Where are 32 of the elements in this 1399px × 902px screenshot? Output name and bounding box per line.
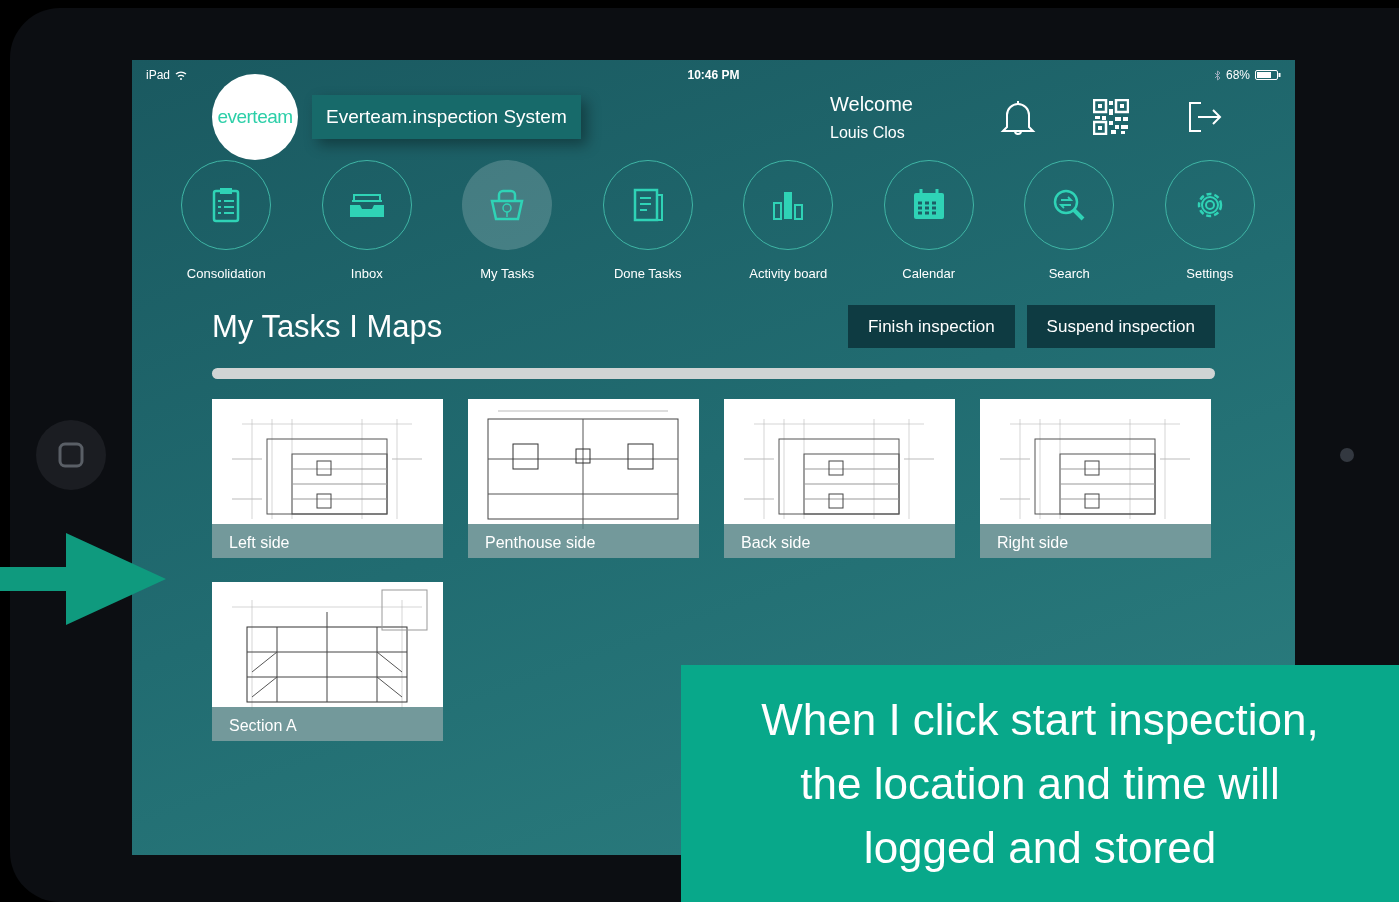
nav-item[interactable]: Consolidation xyxy=(156,160,297,284)
battery-percent: 68% xyxy=(1225,67,1250,84)
logo-circle: everteam xyxy=(212,74,298,160)
battery-icon xyxy=(1255,70,1281,80)
nav-item[interactable]: Done Tasks xyxy=(577,160,718,284)
action-button[interactable]: Finish inspection xyxy=(848,304,1015,349)
map-caption: Right side xyxy=(980,523,1211,558)
notification-bell-icon xyxy=(999,99,1037,135)
nav-item[interactable]: Inbox xyxy=(296,160,437,284)
camera-dot xyxy=(1340,448,1354,462)
device-name: iPad xyxy=(146,67,171,84)
square-icon xyxy=(58,442,84,468)
wifi-icon xyxy=(175,70,188,80)
map-caption: Left side xyxy=(212,523,443,558)
bluetooth-icon xyxy=(1213,69,1221,81)
status-time: 10:46 PM xyxy=(687,67,740,84)
map-caption: Penthouse side xyxy=(468,523,699,558)
page-title: My Tasks I Maps xyxy=(212,307,443,346)
action-button[interactable]: Suspend inspection xyxy=(1026,304,1215,349)
nav-item[interactable]: Settings xyxy=(1139,160,1280,284)
map-caption: Section A xyxy=(212,706,443,741)
app-title: Everteam.inspection System xyxy=(312,94,581,140)
nav-item[interactable]: Calendar xyxy=(858,160,999,284)
user-name: Louis Clos xyxy=(830,123,906,144)
nav-item[interactable]: Search xyxy=(999,160,1140,284)
qr-code-icon xyxy=(1093,99,1129,135)
nav-item[interactable]: My Tasks xyxy=(437,160,578,284)
welcome-text: Welcome xyxy=(830,92,913,118)
map-caption: Back side xyxy=(724,523,955,558)
nav-item[interactable]: Activity board xyxy=(718,160,859,284)
arrow-icon xyxy=(0,533,166,625)
callout-text: When I click start inspection, the location and time will logged and stored xyxy=(681,665,1399,902)
